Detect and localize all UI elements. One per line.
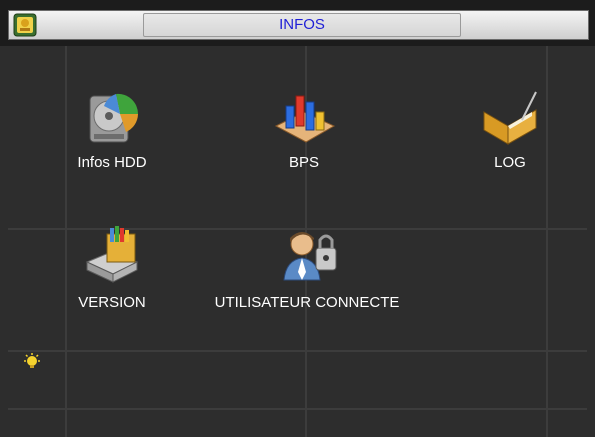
user-lock-icon bbox=[283, 232, 337, 281]
window-title: INFOS bbox=[143, 13, 461, 37]
tile-connected-user[interactable]: UTILISATEUR CONNECTE bbox=[192, 222, 422, 311]
version-box-icon bbox=[85, 226, 139, 283]
tile-label: UTILISATEUR CONNECTE bbox=[214, 294, 400, 311]
tile-bps[interactable]: BPS bbox=[256, 86, 352, 171]
infos-window: INFOS Infos HDD BPS LOG VERSION UTILISAT… bbox=[0, 0, 595, 437]
bar-chart-icon bbox=[274, 95, 336, 143]
lightbulb-icon bbox=[24, 353, 40, 368]
grid-line bbox=[8, 350, 587, 352]
grid-line bbox=[8, 408, 587, 410]
title-bar-frame: INFOS bbox=[8, 10, 589, 40]
tile-label: VERSION bbox=[78, 294, 146, 311]
tile-label: BPS bbox=[288, 154, 319, 171]
tile-version[interactable]: VERSION bbox=[64, 222, 160, 311]
tile-label: Infos HDD bbox=[77, 154, 147, 171]
info-app-icon bbox=[13, 13, 37, 37]
tile-label: LOG bbox=[494, 154, 526, 171]
log-book-icon bbox=[483, 91, 537, 145]
title-bar: INFOS bbox=[0, 0, 595, 46]
tile-log[interactable]: LOG bbox=[462, 86, 558, 171]
hard-disk-icon bbox=[89, 93, 139, 143]
tile-infos-hdd[interactable]: Infos HDD bbox=[64, 86, 160, 171]
